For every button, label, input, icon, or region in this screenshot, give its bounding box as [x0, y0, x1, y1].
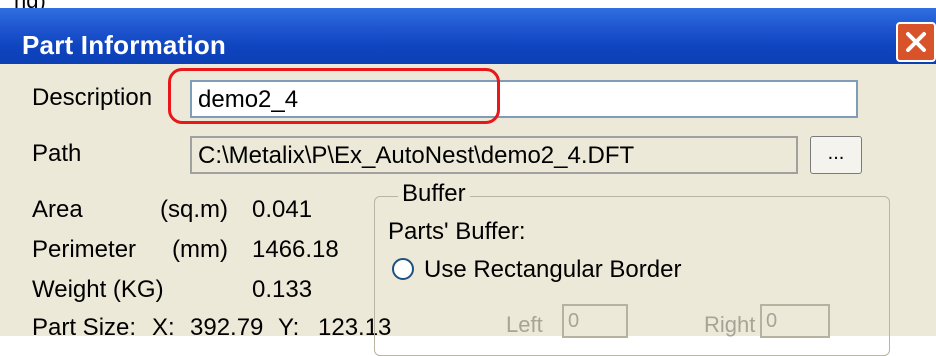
- left-buffer-input[interactable]: 0: [562, 304, 628, 338]
- area-unit: (sq.m): [160, 196, 228, 223]
- buffer-group-title: Buffer: [398, 180, 470, 208]
- perimeter-label: Perimeter: [32, 236, 137, 263]
- part-size-x-value: 392.79: [190, 314, 264, 341]
- window-title: Part Information: [22, 30, 226, 60]
- path-label: Path: [32, 140, 82, 167]
- part-size-x-label: X:: [152, 314, 175, 341]
- rectangular-border-label: Use Rectangular Border: [424, 256, 682, 283]
- left-buffer-label: Left: [506, 312, 543, 337]
- perimeter-unit: (mm): [172, 236, 228, 263]
- area-label: Area: [32, 196, 83, 223]
- close-icon: [906, 32, 926, 52]
- part-size-label: Part Size:: [32, 314, 137, 341]
- part-size-y-label: Y:: [278, 314, 300, 341]
- close-button[interactable]: [896, 22, 936, 62]
- browse-button[interactable]: ...: [810, 136, 862, 174]
- description-label: Description: [32, 84, 153, 111]
- parts-buffer-label: Parts' Buffer:: [388, 218, 526, 245]
- right-buffer-label: Right: [704, 312, 756, 337]
- weight-label: Weight (KG): [32, 276, 164, 303]
- area-value: 0.041: [252, 196, 313, 223]
- right-buffer-input[interactable]: 0: [760, 304, 830, 338]
- description-highlight: [168, 68, 500, 124]
- path-field[interactable]: C:\Metalix\P\Ex_AutoNest\demo2_4.DFT: [190, 136, 798, 174]
- perimeter-value: 1466.18: [252, 236, 339, 263]
- title-bar[interactable]: Part Information: [0, 8, 936, 64]
- rectangular-border-radio[interactable]: [392, 258, 414, 280]
- weight-value: 0.133: [252, 276, 313, 303]
